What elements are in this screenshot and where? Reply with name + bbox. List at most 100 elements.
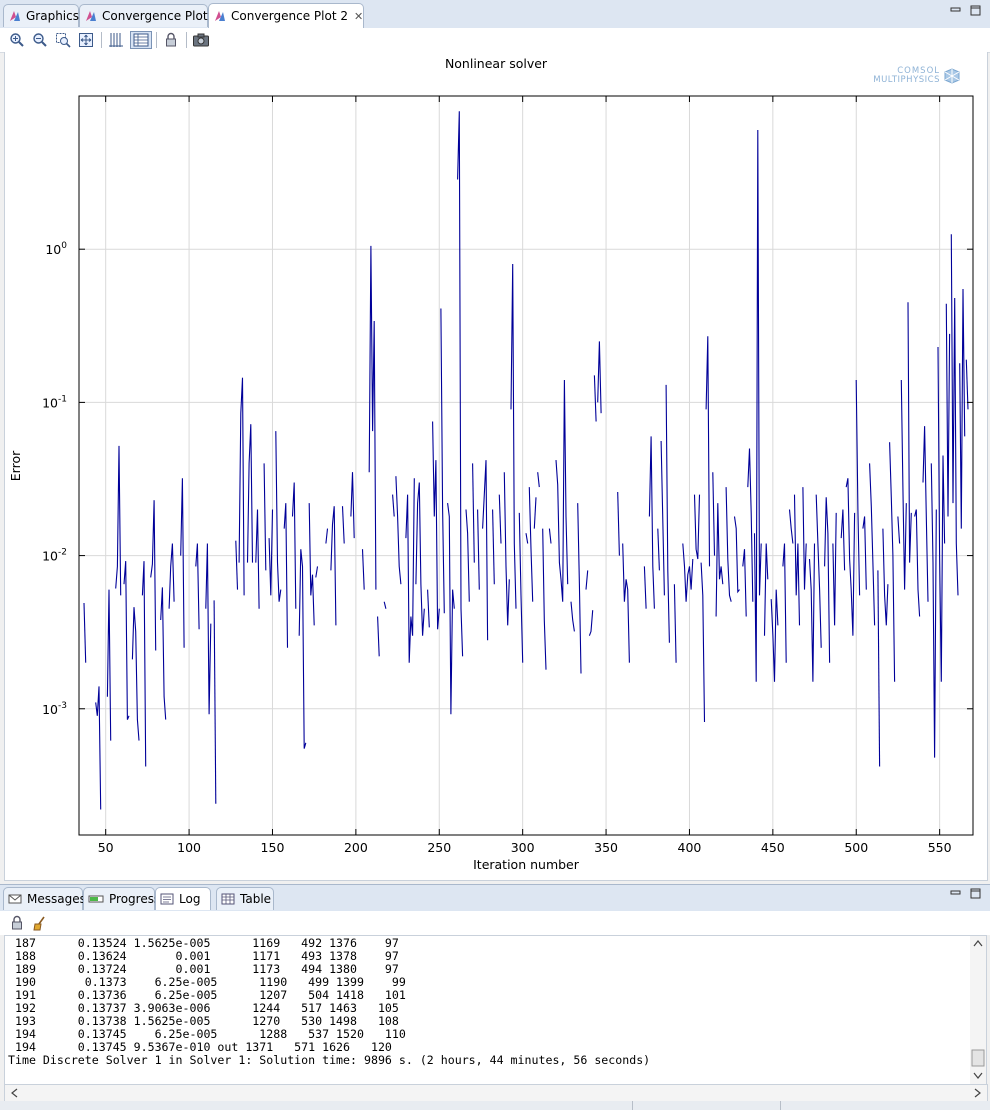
tab-progress[interactable]: Progress xyxy=(83,887,160,910)
error-line-segment xyxy=(712,472,716,556)
lower-tab-bar: Messages Progress Log Table xyxy=(0,884,990,912)
tab-table[interactable]: Table xyxy=(216,887,274,910)
error-line-segment xyxy=(368,245,377,590)
x-axis-label: Iteration number xyxy=(473,857,580,872)
tab-label: Messages xyxy=(27,892,86,906)
error-line-segment xyxy=(808,543,816,682)
maximize-icon[interactable] xyxy=(970,888,982,899)
camera-icon[interactable] xyxy=(192,31,210,49)
log-vertical-scrollbar[interactable] xyxy=(970,935,987,1085)
x-tick-label: 100 xyxy=(177,840,201,855)
error-line-segment xyxy=(882,528,889,626)
error-line-segment xyxy=(415,482,425,636)
error-line-segment xyxy=(263,463,267,571)
tab-convergence-plot-1[interactable]: Convergence Plot 1 xyxy=(79,4,219,27)
error-line-segment xyxy=(782,543,787,663)
y-tick-label: 10-1 xyxy=(42,394,67,410)
plot-panel: Nonlinear solver COMSOL MULTIPHYSICS 50 1… xyxy=(4,52,988,881)
maximize-icon[interactable] xyxy=(970,5,982,16)
scroll-right-arrow-icon xyxy=(974,1088,981,1098)
scroll-lock-icon[interactable] xyxy=(8,914,26,932)
error-line-segment xyxy=(588,610,594,636)
error-line-segment xyxy=(665,384,670,643)
status-bar xyxy=(0,1101,990,1110)
error-line-segment xyxy=(788,509,794,544)
error-line-segment xyxy=(747,448,754,602)
error-line-segment xyxy=(715,503,724,617)
y-tick-label: 10-2 xyxy=(42,548,67,564)
error-line-segment xyxy=(622,543,630,663)
error-line-segment xyxy=(150,500,157,651)
error-line-segment xyxy=(577,503,582,674)
log-output[interactable]: 187 0.13524 1.5625e-005 1169 492 1376 97… xyxy=(4,935,972,1085)
zoom-box-icon[interactable] xyxy=(54,31,72,49)
y-tick-label: 10-3 xyxy=(42,701,67,717)
error-line-segment xyxy=(593,375,597,422)
tab-graphics[interactable]: Graphics xyxy=(3,4,79,27)
x-tick-label: 500 xyxy=(844,840,868,855)
error-line-segment xyxy=(315,566,319,578)
convergence-chart: 50 100 150 200 250 300 350 400 450 500 550 10-3 10-2… xyxy=(8,95,974,872)
error-line-segment xyxy=(793,494,801,626)
legend-table-icon[interactable] xyxy=(130,31,152,49)
error-line-segment xyxy=(432,421,440,630)
error-line-segment xyxy=(700,562,706,723)
error-line-segment xyxy=(742,549,747,617)
error-line-segment xyxy=(392,494,395,517)
error-line-segment xyxy=(180,478,185,648)
error-line-segment xyxy=(246,424,254,563)
minimize-icon[interactable] xyxy=(950,888,962,899)
error-line-segment xyxy=(106,589,112,741)
error-line-segment xyxy=(83,602,87,663)
error-line-segment xyxy=(205,543,212,715)
minimize-icon[interactable] xyxy=(950,5,962,16)
error-line-segment xyxy=(213,600,217,804)
clear-log-broom-icon[interactable] xyxy=(31,914,49,932)
error-line-segment xyxy=(131,607,140,741)
error-line-segment xyxy=(537,472,540,488)
tab-messages[interactable]: Messages xyxy=(3,887,86,910)
lock-icon[interactable] xyxy=(162,31,180,49)
error-line-segment xyxy=(255,509,260,609)
error-line-segment xyxy=(693,494,701,560)
tab-log[interactable]: Log xyxy=(155,887,211,910)
log-horizontal-scrollbar[interactable] xyxy=(4,1084,988,1102)
error-line-segment xyxy=(657,528,660,571)
close-tab-icon[interactable]: ✕ xyxy=(354,10,363,23)
error-line-segment xyxy=(168,543,175,609)
error-line-segment xyxy=(492,509,495,585)
comsol-icon xyxy=(84,9,98,23)
tab-convergence-plot-2[interactable]: Convergence Plot 2 ✕ xyxy=(208,3,364,28)
error-line-segment xyxy=(542,528,547,670)
log-lines: 187 0.13524 1.5625e-005 1169 492 1376 97… xyxy=(5,936,971,1067)
error-line-segment xyxy=(900,379,907,590)
error-line-segment xyxy=(705,336,711,567)
zoom-in-icon[interactable] xyxy=(8,31,26,49)
zoom-extents-icon[interactable] xyxy=(77,31,95,49)
error-line-segment xyxy=(660,440,665,596)
error-line-segment xyxy=(869,463,876,626)
error-line-segment xyxy=(383,601,387,609)
scroll-left-arrow-icon xyxy=(11,1088,18,1098)
error-line-segment xyxy=(907,302,912,563)
x-tick-label: 300 xyxy=(511,840,535,855)
error-line-segment xyxy=(472,463,475,563)
error-line-segment xyxy=(377,616,380,657)
error-line-segment xyxy=(238,377,245,596)
zoom-out-icon[interactable] xyxy=(31,31,49,49)
x-tick-label: 200 xyxy=(344,840,368,855)
error-line-segment xyxy=(350,472,355,539)
error-line-segment xyxy=(498,494,502,544)
error-line-segment xyxy=(959,288,966,529)
error-line-segment xyxy=(862,516,867,590)
axis-ticks: 50 100 150 200 250 300 350 400 450 500 550 10-3 10-2… xyxy=(42,96,973,855)
error-line-segment xyxy=(617,491,620,556)
grid-lines-icon[interactable] xyxy=(107,31,125,49)
scroll-up-arrow-icon xyxy=(973,940,983,947)
error-line-segment xyxy=(815,494,822,648)
error-line-segment xyxy=(275,431,282,602)
error-line-segment xyxy=(770,589,779,682)
x-tick-label: 250 xyxy=(427,840,451,855)
error-line-segment xyxy=(643,566,647,609)
error-line-segment xyxy=(648,436,655,609)
